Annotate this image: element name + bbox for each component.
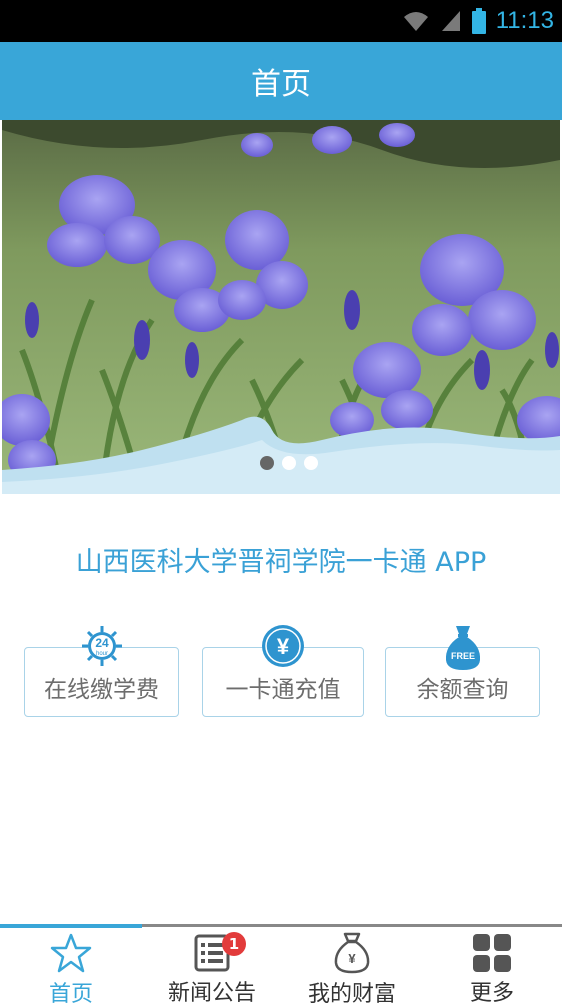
status-icons: 11:13 xyxy=(402,0,554,42)
24-hour-icon-subtext: hour xyxy=(95,651,107,657)
svg-text:¥: ¥ xyxy=(348,951,356,966)
money-bag-icon: ¥ xyxy=(334,932,370,974)
pay-tuition-label: 在线缴学费 xyxy=(44,677,159,703)
banner-image xyxy=(2,120,560,494)
balance-query-label: 余额查询 xyxy=(416,677,509,703)
balance-query-button[interactable]: FREE 余额查询 xyxy=(385,626,540,717)
free-bag-icon-text: FREE xyxy=(450,651,474,661)
wifi-icon xyxy=(403,12,428,31)
news-badge: 1 xyxy=(222,932,246,956)
free-bag-icon: FREE xyxy=(445,626,480,670)
carousel-dot[interactable] xyxy=(304,456,318,470)
page-title: 首页 xyxy=(251,67,311,102)
battery-icon xyxy=(471,8,486,34)
app-headline: 山西医科大学晋祠学院一卡通 APP xyxy=(75,547,487,578)
yuan-coin-icon-text: ¥ xyxy=(277,634,290,659)
status-time: 11:13 xyxy=(495,7,554,34)
carousel-dot[interactable] xyxy=(260,456,274,470)
nav-item-news[interactable]: 1 新闻公告 xyxy=(142,928,282,1007)
nav-label-wealth: 我的财富 xyxy=(307,982,396,1007)
nav-item-more[interactable]: 更多 xyxy=(422,928,562,1007)
bottom-nav: 首页 1 新闻公告 ¥ 我的财富 更多 xyxy=(0,924,562,1007)
nav-label-more: 更多 xyxy=(469,981,514,1006)
carousel-dot[interactable] xyxy=(282,456,296,470)
status-bar: 11:13 xyxy=(0,0,562,42)
banner-carousel[interactable] xyxy=(2,120,560,494)
star-icon xyxy=(50,933,92,973)
grid-icon xyxy=(473,933,511,972)
24-hour-icon: 24 hour xyxy=(81,626,122,666)
nav-item-wealth[interactable]: ¥ 我的财富 xyxy=(282,928,422,1007)
carousel-dots xyxy=(260,456,318,470)
card-recharge-label: 一卡通充值 xyxy=(225,677,341,703)
card-recharge-button[interactable]: ¥ 一卡通充值 xyxy=(202,625,364,717)
nav-item-home[interactable]: 首页 xyxy=(1,928,141,1007)
nav-label-home: 首页 xyxy=(48,982,93,1007)
yuan-coin-icon: ¥ xyxy=(262,625,304,667)
nav-label-news: 新闻公告 xyxy=(167,981,256,1006)
pay-tuition-button[interactable]: 24 hour 在线缴学费 xyxy=(24,626,179,717)
title-bar: 首页 xyxy=(0,42,562,120)
24-hour-icon-text: 24 xyxy=(95,636,109,650)
signal-icon xyxy=(441,11,460,31)
